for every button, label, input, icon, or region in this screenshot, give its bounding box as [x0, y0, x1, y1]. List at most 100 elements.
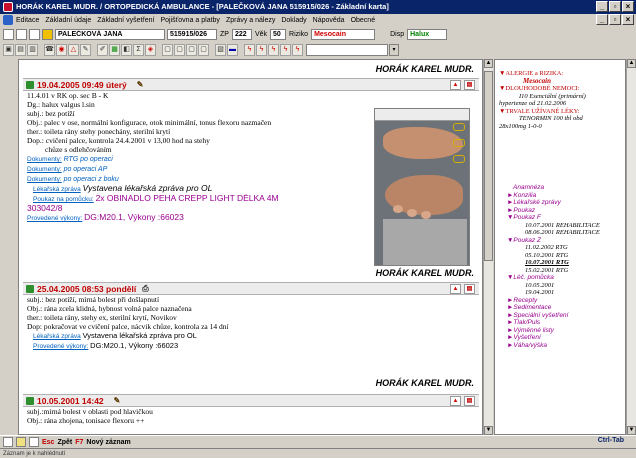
document-icon[interactable]: ▤	[464, 284, 475, 294]
section-lec-pomucka[interactable]: ▼Léč. pomůcka	[495, 274, 625, 282]
list-item[interactable]: 10.05.2001	[495, 282, 625, 290]
dropdown-button[interactable]: ▾	[389, 44, 399, 56]
pencil-icon[interactable]: ✎	[137, 80, 144, 89]
risk-field[interactable]: Mesocain	[311, 28, 376, 40]
allergies-header[interactable]: ▼ALERGIE a RIZIKA:	[495, 70, 625, 78]
scroll-down-arrow-icon[interactable]: ▼	[627, 426, 636, 435]
doc-icon[interactable]: ▢	[162, 44, 173, 56]
floppy-icon[interactable]: ▥	[27, 44, 38, 56]
drug-icon[interactable]: ◈	[145, 44, 156, 56]
doc-link-value[interactable]: po operaci AP	[64, 166, 108, 173]
medications-header[interactable]: ▼TRVALE UŽÍVANÉ LÉKY:	[495, 108, 625, 116]
section-poukaz-z[interactable]: ▼Poukaz Z	[495, 237, 625, 245]
alert-icon[interactable]: ▲	[450, 80, 461, 90]
procedures-link[interactable]: Provedené výkony:	[33, 343, 88, 350]
section-poukaz[interactable]: ►Poukaz	[495, 207, 625, 215]
doc-link[interactable]: Dokumenty:	[27, 166, 62, 173]
maximize-button[interactable]: ▫	[609, 1, 621, 12]
folder-icon[interactable]	[42, 28, 53, 40]
book-icon[interactable]	[3, 437, 13, 447]
back-action[interactable]: Zpět	[57, 439, 72, 446]
doc3-icon[interactable]: ▢	[186, 44, 197, 56]
document-icon[interactable]: ▤	[464, 80, 475, 90]
save-icon[interactable]: ▣	[3, 44, 14, 56]
section-recepty[interactable]: ►Recepty	[495, 297, 625, 305]
list-item[interactable]: 05.10.2001 RTG	[495, 252, 625, 260]
zp-field[interactable]: 222	[231, 28, 252, 40]
doc-link[interactable]: Dokumenty:	[27, 176, 62, 183]
printer-icon[interactable]: ⎙	[142, 284, 148, 294]
tool5-icon[interactable]: ϟ	[292, 44, 303, 56]
list-item[interactable]: 10.07.2001 REHABILITACE	[495, 222, 625, 230]
menu-pojistovna[interactable]: Pojišťovna a platby	[160, 17, 219, 24]
menu-doklady[interactable]: Doklady	[281, 17, 306, 24]
record-header[interactable]: 10.05.2001 14:42 ✎ ▲ ▤	[23, 394, 479, 407]
section-tlak-puls[interactable]: ►Tlak/Puls	[495, 319, 625, 327]
mdi-minimize-button[interactable]: _	[596, 14, 608, 25]
mdi-close-button[interactable]: ×	[622, 14, 634, 25]
tool-icon[interactable]: ϟ	[244, 44, 255, 56]
scroll-thumb[interactable]	[484, 71, 493, 261]
section-specialni-vysetreni[interactable]: ►Speciální vyšetření	[495, 312, 625, 320]
doc-link-value[interactable]: po operaci z boku	[64, 176, 119, 183]
tool2-icon[interactable]: ϟ	[256, 44, 267, 56]
pencil-icon[interactable]: ✎	[114, 396, 121, 405]
section-poukaz-f[interactable]: ▼Poukaz F	[495, 214, 625, 222]
list-icon[interactable]	[29, 28, 40, 40]
report-link[interactable]: Lékařská zpráva	[33, 186, 81, 193]
list-item[interactable]: 08.06.2001 REHABILITACE	[495, 229, 625, 237]
section-vaha-vyska[interactable]: ►Váha/výška	[495, 342, 625, 350]
alert-icon[interactable]: ▲	[450, 396, 461, 406]
phone-icon[interactable]: ☎	[44, 44, 55, 56]
section-konzilia[interactable]: ►Konzilia	[495, 192, 625, 200]
close-button[interactable]: ×	[622, 1, 634, 12]
summary-scrollbar[interactable]: ▲ ▼	[626, 59, 636, 435]
patient-id-field[interactable]: 515915/026	[167, 28, 217, 40]
mdi-maximize-button[interactable]: ▫	[609, 14, 621, 25]
camera-icon[interactable]	[453, 139, 465, 147]
menu-obecne[interactable]: Obecné	[351, 17, 376, 24]
list-item[interactable]: 11.02.2002 RTG	[495, 244, 625, 252]
chart-icon[interactable]: ▦	[109, 44, 120, 56]
voucher-link[interactable]: Poukaz na pomůcku:	[33, 196, 94, 203]
toolbar-search-input[interactable]	[306, 44, 388, 56]
camera-icon[interactable]	[453, 155, 465, 163]
doc2-icon[interactable]: ▢	[174, 44, 185, 56]
records-scrollbar[interactable]: ▲ ▼	[483, 59, 493, 435]
scroll-down-arrow-icon[interactable]: ▼	[484, 426, 493, 435]
records-pane[interactable]: HORÁK KAREL MUDR. 19.04.2005 09:49 úterý…	[18, 59, 483, 435]
menu-napoveda[interactable]: Nápověda	[313, 17, 345, 24]
section-vymenne-listy[interactable]: ►Výměnné listy	[495, 327, 625, 335]
disp-field[interactable]: Halux	[407, 28, 448, 40]
menu-editace[interactable]: Editace	[16, 17, 39, 24]
menu-zpravy[interactable]: Zprávy a nálezy	[226, 17, 275, 24]
menu-zakladni-udaje[interactable]: Základní údaje	[45, 17, 91, 24]
list-item-selected[interactable]: 10.07.2001 RTG	[495, 259, 625, 267]
doc-link[interactable]: Dokumenty:	[27, 156, 62, 163]
section-sedimentace[interactable]: ►Sedimentace	[495, 304, 625, 312]
sigma-icon[interactable]: Σ	[133, 44, 144, 56]
palette-icon[interactable]: ✐	[97, 44, 108, 56]
section-anamneza[interactable]: Anamnéza	[495, 184, 625, 192]
doc-link-value[interactable]: RTG po operaci	[64, 156, 113, 163]
card-icon[interactable]	[3, 28, 14, 40]
note-icon[interactable]	[16, 437, 26, 447]
stop-icon[interactable]: ◉	[56, 44, 67, 56]
record-header[interactable]: 25.04.2005 08:53 pondělí ⎙ ▲ ▤	[23, 282, 479, 295]
warning-icon[interactable]: △	[68, 44, 79, 56]
menu-zakladni-vysetreni[interactable]: Základní vyšetření	[97, 17, 154, 24]
scroll-up-arrow-icon[interactable]: ▲	[484, 59, 493, 68]
alert-icon[interactable]: ▲	[450, 284, 461, 294]
section-vysetreni[interactable]: ►Vyšetření	[495, 334, 625, 342]
report-link[interactable]: Lékařská zpráva	[33, 333, 81, 340]
foot-photo[interactable]	[374, 108, 470, 266]
doc4-icon[interactable]: ▢	[198, 44, 209, 56]
list-item[interactable]: 19.04.2001	[495, 289, 625, 297]
camera-icon[interactable]	[453, 123, 465, 131]
grid-icon[interactable]	[16, 28, 27, 40]
scroll-up-arrow-icon[interactable]: ▲	[627, 59, 636, 68]
list-item[interactable]: 15.02.2001 RTG	[495, 267, 625, 275]
print-icon[interactable]: ▤	[15, 44, 26, 56]
tool4-icon[interactable]: ϟ	[280, 44, 291, 56]
new-record-action[interactable]: Nový záznam	[86, 439, 130, 446]
